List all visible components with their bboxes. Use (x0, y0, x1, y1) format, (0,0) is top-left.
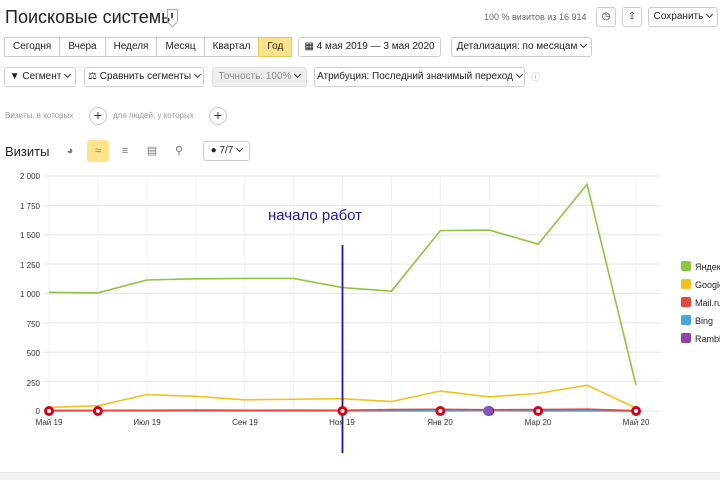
annotation-label: начало работ (268, 207, 363, 224)
x-tick-label: Янв 20 (427, 418, 453, 427)
checkbox-icon (681, 279, 691, 289)
legend-item-bing[interactable]: Bing (681, 315, 713, 326)
bottom-bar (0, 472, 720, 480)
comment-marker-dot (438, 409, 443, 413)
legend-item-yandex[interactable]: Яндекс (681, 261, 720, 272)
legend-item-rambler[interactable]: Rambler (681, 333, 720, 344)
line-chart (44, 175, 660, 453)
comment-marker-dot (634, 409, 638, 413)
x-tick-label: Июл 19 (133, 418, 161, 427)
x-tick-label: Ноя 19 (329, 418, 355, 427)
comment-marker-dot (47, 409, 51, 413)
x-tick-label: Сен 19 (232, 418, 258, 427)
checkbox-icon (681, 333, 691, 343)
legend-label: Rambler (695, 334, 720, 344)
comment-marker-dot (95, 409, 100, 413)
checkbox-icon (681, 261, 691, 271)
legend-item-mail[interactable]: Mail.ru (681, 297, 720, 308)
legend-label: Яндекс (695, 262, 720, 272)
comment-marker-dot (340, 409, 345, 413)
legend-item-google[interactable]: Google (681, 279, 720, 290)
legend-label: Google (695, 280, 720, 290)
checkbox-icon (681, 315, 691, 325)
x-tick-label: Май 20 (622, 418, 650, 427)
checkbox-icon (681, 297, 691, 307)
legend-label: Bing (695, 316, 714, 326)
legend-label: Mail.ru (695, 298, 720, 308)
x-tick-label: Май 19 (35, 418, 63, 427)
x-tick-label: Мар 20 (524, 418, 552, 427)
comment-marker (483, 406, 493, 416)
comment-marker-dot (536, 409, 541, 413)
